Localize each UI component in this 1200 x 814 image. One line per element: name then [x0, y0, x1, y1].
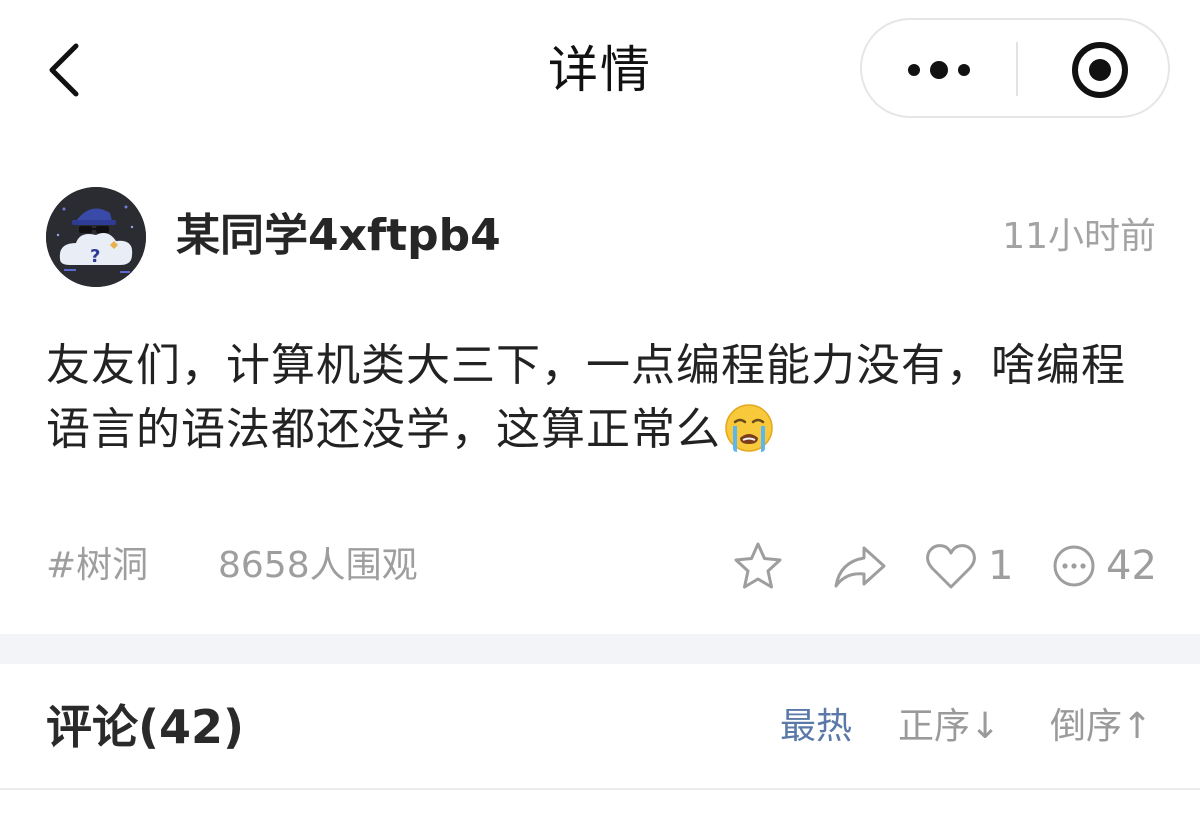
- heart-icon: [926, 544, 976, 589]
- section-separator: [0, 634, 1200, 664]
- close-miniprogram-button[interactable]: [1020, 20, 1168, 116]
- sort-descending-tab[interactable]: 倒序↑: [1050, 700, 1152, 754]
- more-button[interactable]: [862, 20, 1016, 116]
- divider: [0, 788, 1200, 790]
- share-arrow-icon: [834, 546, 886, 588]
- post-detail-page: 详情 ? 某同学4xftpb4 11小时前 友友们，计算机类大三下，一点编程能力…: [0, 0, 1200, 814]
- comment-bubble-icon: [1053, 545, 1095, 587]
- favorite-button[interactable]: [732, 536, 784, 596]
- target-circle-icon: [1072, 42, 1128, 98]
- post-text: 友友们，计算机类大三下，一点编程能力没有，啥编程语言的语法都还没学，这算正常么: [46, 340, 1126, 455]
- post-meta-row: #树洞 8658人围观 1 42: [0, 536, 1200, 596]
- miniprogram-capsule: [860, 18, 1170, 118]
- post-timestamp: 11小时前: [1002, 216, 1156, 257]
- top-navbar: 详情: [0, 0, 1200, 140]
- sort-hot-tab[interactable]: 最热: [780, 700, 852, 754]
- share-button[interactable]: [832, 536, 888, 596]
- view-count: 8658人围观: [218, 545, 418, 586]
- comment-button[interactable]: 42: [1052, 536, 1157, 596]
- more-dots-icon: [908, 61, 970, 79]
- comment-count: 42: [1106, 543, 1157, 589]
- comments-title: 评论(42): [46, 700, 245, 754]
- like-button[interactable]: 1: [924, 536, 1013, 596]
- avatar[interactable]: ?: [46, 187, 146, 287]
- post-content: 友友们，计算机类大三下，一点编程能力没有，啥编程语言的语法都还没学，这算正常么: [46, 334, 1156, 462]
- crying-face-emoji: [725, 404, 773, 452]
- svg-text:?: ?: [90, 246, 100, 267]
- topic-tag[interactable]: #树洞: [46, 536, 148, 596]
- capsule-divider: [1016, 42, 1018, 96]
- star-icon: [734, 542, 782, 589]
- like-count: 1: [988, 543, 1014, 589]
- author-name[interactable]: 某同学4xftpb4: [176, 206, 501, 266]
- anonymous-avatar-icon: ?: [46, 187, 146, 287]
- sort-ascending-tab[interactable]: 正序↓: [898, 700, 1000, 754]
